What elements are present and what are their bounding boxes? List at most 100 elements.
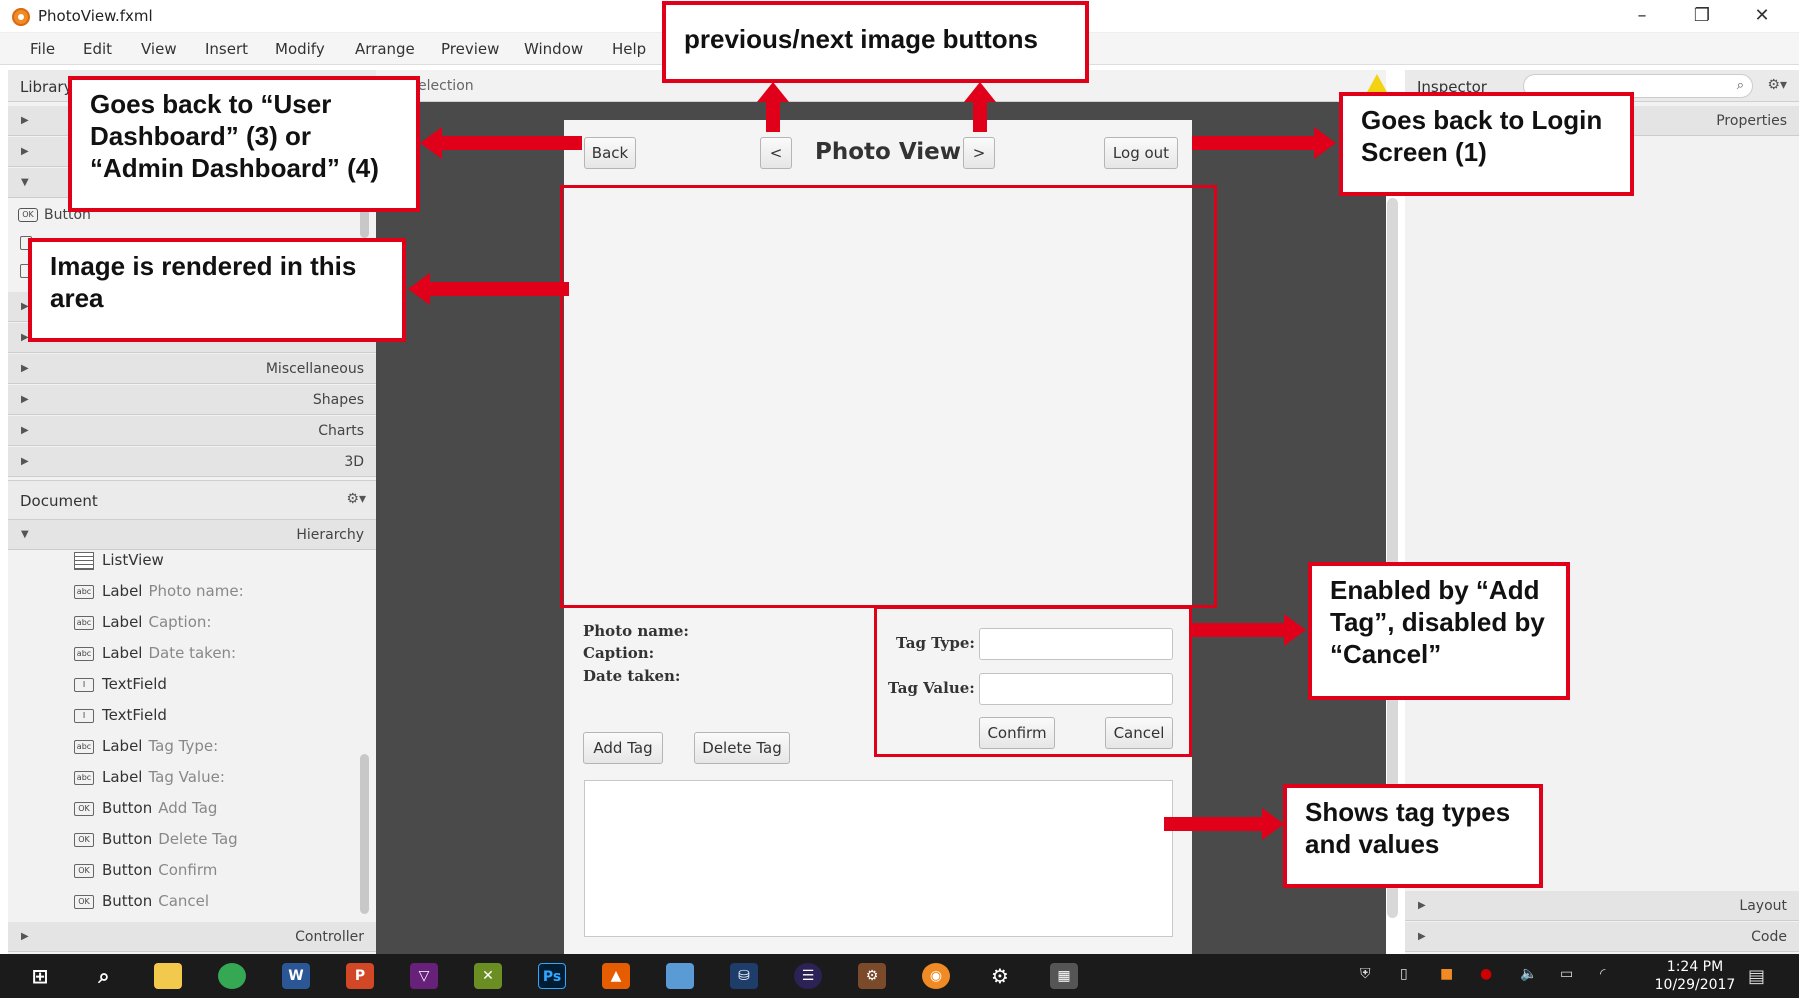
search-icon[interactable]: ⌕ xyxy=(90,963,118,989)
delete-tag-button[interactable]: Delete Tag xyxy=(694,732,790,764)
menu-arrange[interactable]: Arrange xyxy=(355,40,415,58)
close-button[interactable]: ✕ xyxy=(1734,0,1790,33)
hierarchy-item-label[interactable]: abc Label Tag Type: xyxy=(74,737,218,755)
hierarchy-item-button[interactable]: OK Button Add Tag xyxy=(74,799,217,817)
label-icon: abc xyxy=(74,584,94,599)
annotation-arrow xyxy=(408,273,569,305)
intellij-icon[interactable]: ⚙ xyxy=(858,963,886,989)
menu-file[interactable]: File xyxy=(30,40,55,58)
photoshop-icon[interactable]: Ps xyxy=(538,963,566,989)
gear-icon[interactable]: ⚙▾ xyxy=(346,491,366,507)
tree-item-type: TextField xyxy=(102,675,167,693)
hierarchy-item-textfield[interactable]: I TextField xyxy=(74,675,167,693)
button-icon: OK xyxy=(74,894,94,909)
tree-item-type: Label xyxy=(102,768,143,786)
hierarchy-item-label[interactable]: abc Label Photo name: xyxy=(74,582,244,600)
word-icon[interactable]: W xyxy=(282,963,310,989)
layout-section[interactable]: ▶ Layout xyxy=(1405,891,1799,921)
settings-gear-icon[interactable]: ⚙ xyxy=(986,963,1014,989)
annotation-logout: Goes back to Login Screen (1) xyxy=(1339,92,1634,196)
library-scrollbar[interactable] xyxy=(360,208,369,238)
library-section-shapes[interactable]: ▶ Shapes xyxy=(8,385,376,415)
tree-item-type: Label xyxy=(102,613,143,631)
tree-item-value: Delete Tag xyxy=(158,830,238,848)
hierarchy-section[interactable]: ▼ Hierarchy xyxy=(8,520,376,550)
app-icon[interactable] xyxy=(666,963,694,989)
tools-icon[interactable]: ✕ xyxy=(474,963,502,989)
controller-section[interactable]: ▶ Controller xyxy=(8,922,376,952)
library-section-3d[interactable]: ▶ 3D xyxy=(8,447,376,477)
tree-item-value: Caption: xyxy=(148,613,212,631)
menu-help[interactable]: Help xyxy=(612,40,646,58)
restore-button[interactable]: ❐ xyxy=(1674,0,1730,33)
section-label: Code xyxy=(1751,929,1787,945)
tree-item-type: Button xyxy=(102,830,153,848)
annotation-arrow xyxy=(1192,614,1306,646)
menu-edit[interactable]: Edit xyxy=(83,40,112,58)
tree-item-type: Label xyxy=(102,582,143,600)
eclipse-icon[interactable]: ☰ xyxy=(794,963,822,989)
tree-item-type: TextField xyxy=(102,706,167,724)
hierarchy-item-button[interactable]: OK Button Confirm xyxy=(74,861,217,879)
add-tag-button[interactable]: Add Tag xyxy=(583,732,663,764)
code-section[interactable]: ▶ Code xyxy=(1405,922,1799,952)
calculator-icon[interactable]: ▦ xyxy=(1050,963,1078,989)
menu-view[interactable]: View xyxy=(141,40,177,58)
tray-app-icon[interactable]: ■ xyxy=(1440,966,1453,982)
menu-preview[interactable]: Preview xyxy=(441,40,499,58)
back-button[interactable]: Back xyxy=(584,137,636,169)
powerpoint-icon[interactable]: P xyxy=(346,963,374,989)
menu-insert[interactable]: Insert xyxy=(205,40,248,58)
chrome-icon[interactable] xyxy=(218,963,246,989)
scene-builder-taskbar-icon[interactable]: ◉ xyxy=(922,963,950,989)
battery-icon[interactable]: ▭ xyxy=(1560,966,1573,982)
menu-window[interactable]: Window xyxy=(524,40,583,58)
library-section-charts[interactable]: ▶ Charts xyxy=(8,416,376,446)
collapse-arrow-icon: ▼ xyxy=(21,177,29,188)
tray-red-icon[interactable]: ● xyxy=(1480,966,1492,982)
windows-start-icon[interactable]: ⊞ xyxy=(26,963,54,989)
minimize-button[interactable]: – xyxy=(1614,0,1670,33)
selection-path-text: election xyxy=(418,78,474,94)
hierarchy-item-listview[interactable]: ListView xyxy=(74,551,164,570)
expand-arrow-icon: ▶ xyxy=(21,394,29,405)
page-title: Photo View xyxy=(815,139,961,165)
expand-arrow-icon: ▶ xyxy=(21,931,29,942)
listview-icon xyxy=(74,551,94,570)
tree-item-type: Button xyxy=(102,861,153,879)
section-label: Charts xyxy=(318,423,364,439)
previous-image-button[interactable]: < xyxy=(760,137,792,169)
expand-arrow-icon: ▶ xyxy=(1418,900,1426,911)
library-section-miscellaneous[interactable]: ▶ Miscellaneous xyxy=(8,354,376,384)
usb-icon[interactable]: ▯ xyxy=(1400,966,1408,982)
tree-item-value: Cancel xyxy=(158,892,210,910)
mysql-workbench-icon[interactable]: ⛁ xyxy=(730,963,758,989)
window-title: PhotoView.fxml xyxy=(38,7,153,25)
gear-icon[interactable]: ⚙▾ xyxy=(1767,77,1787,93)
label-icon: abc xyxy=(74,739,94,754)
next-image-button[interactable]: > xyxy=(963,137,995,169)
volume-icon[interactable]: 🔈 xyxy=(1520,966,1537,982)
hierarchy-item-textfield[interactable]: I TextField xyxy=(74,706,167,724)
hierarchy-scrollbar[interactable] xyxy=(360,754,369,914)
tag-list-view[interactable] xyxy=(584,780,1173,937)
warning-icon[interactable] xyxy=(1366,74,1388,94)
visual-studio-icon[interactable]: ▽ xyxy=(410,963,438,989)
taskbar: ⊞ ⌕ W P ▽ ✕ Ps ▲ ⛁ ☰ ⚙ ◉ ⚙ ▦ ⛨ ▯ ■ ● 🔈 ▭… xyxy=(0,954,1799,998)
hierarchy-item-label[interactable]: abc Label Tag Value: xyxy=(74,768,225,786)
clock[interactable]: 1:24 PM 10/29/2017 xyxy=(1640,958,1750,994)
matlab-icon[interactable]: ▲ xyxy=(602,963,630,989)
label-icon: abc xyxy=(74,615,94,630)
clock-time: 1:24 PM xyxy=(1666,959,1724,975)
hierarchy-item-button[interactable]: OK Button Delete Tag xyxy=(74,830,238,848)
wifi-icon[interactable]: ◜ xyxy=(1600,966,1605,982)
hierarchy-item-button[interactable]: OK Button Cancel xyxy=(74,892,209,910)
notifications-icon[interactable]: ▤ xyxy=(1748,966,1765,987)
hierarchy-item-label[interactable]: abc Label Date taken: xyxy=(74,644,236,662)
file-explorer-icon[interactable] xyxy=(154,963,182,989)
hierarchy-item-label[interactable]: abc Label Caption: xyxy=(74,613,211,631)
menu-modify[interactable]: Modify xyxy=(275,40,325,58)
logout-button[interactable]: Log out xyxy=(1104,137,1178,169)
tree-item-type: Label xyxy=(102,737,143,755)
security-shield-icon[interactable]: ⛨ xyxy=(1360,966,1371,982)
